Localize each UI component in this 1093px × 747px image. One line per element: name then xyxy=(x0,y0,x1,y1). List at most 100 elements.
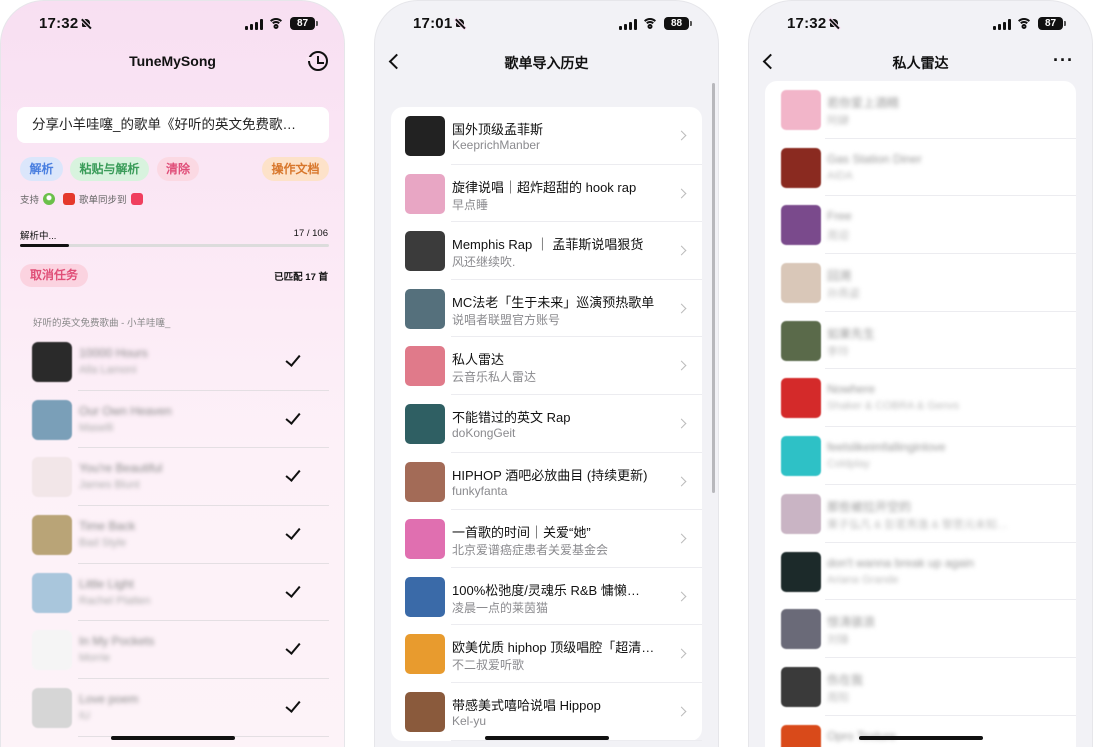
playlist-owner: funkyfanta xyxy=(452,483,508,498)
app-title: TuneMySong xyxy=(129,53,216,69)
scrollbar[interactable] xyxy=(712,83,715,493)
playlist-title: 一首歌的时间｜关爱“她” xyxy=(452,525,591,541)
song-title: Little Light xyxy=(79,576,134,591)
cancel-task-button[interactable]: 取消任务 xyxy=(20,264,88,287)
paste-parse-button[interactable]: 粘贴与解析 xyxy=(70,157,149,181)
radar-song-row[interactable]: feelslikeimfallinginlove Coldplay xyxy=(765,427,1076,485)
chevron-right-icon xyxy=(676,188,687,199)
checkmark-icon xyxy=(285,466,301,483)
playlist-title: 带感美式嘻哈说唱 Hippop xyxy=(452,697,601,713)
playlist-owner: 北京爱谱癌症患者关爱基金会 xyxy=(452,543,609,558)
history-item[interactable]: 100%松弛度/灵魂乐 R&B 慵懒… 凌晨一点的莱茵猫 xyxy=(391,568,702,626)
history-item[interactable]: 不能错过的英文 Rap doKongGeit xyxy=(391,395,702,453)
history-item[interactable]: 欧美优质 hiphop 顶级唱腔「超清… 不二叔爱听歌 xyxy=(391,625,702,683)
progress-bar xyxy=(20,244,329,247)
history-item[interactable]: HIPHOP 酒吧必放曲目 (持续更新) funkyfanta xyxy=(391,453,702,511)
radar-song-row[interactable]: Gas Station Diner AIDA xyxy=(765,139,1076,197)
signal-icon xyxy=(245,19,263,30)
radar-song-row[interactable]: 若你爱上酒精 阿肆 xyxy=(765,81,1076,139)
playlist-owner: doKongGeit xyxy=(452,425,516,440)
album-art xyxy=(781,609,821,650)
status-bar: 17:32 87 xyxy=(749,15,1092,35)
support-label: 支持 xyxy=(20,195,40,206)
song-row[interactable]: Little Light Rachel Platten xyxy=(20,564,329,622)
parse-button[interactable]: 解析 xyxy=(20,157,63,181)
battery-icon: 88 xyxy=(664,17,692,30)
radar-song-row[interactable]: 伤在我 周阳 xyxy=(765,658,1076,716)
history-icon[interactable] xyxy=(306,51,328,71)
album-art xyxy=(32,342,72,382)
history-item[interactable]: Memphis Rap ｜ 孟菲斯说唱狠货 风还继续吹. xyxy=(391,222,702,280)
song-row[interactable]: 10000 Hours Alla Lamoni xyxy=(20,333,329,391)
chevron-right-icon xyxy=(676,418,687,429)
song-artist: 孙燕姿 xyxy=(827,288,860,301)
checkmark-icon xyxy=(285,524,301,540)
history-item[interactable]: 一首歌的时间｜关爱“她” 北京爱谱癌症患者关爱基金会 xyxy=(391,510,702,568)
chevron-right-icon xyxy=(676,648,687,659)
playlist-title: MC法老「生于未来」巡演预热歌单 xyxy=(452,294,655,310)
wifi-icon xyxy=(267,17,284,30)
home-indicator xyxy=(484,736,609,740)
song-title: 惊涛骇浪 xyxy=(827,615,876,630)
album-art xyxy=(781,147,821,188)
history-item[interactable]: 带感美式嘻哈说唱 Hippop Kel-yu xyxy=(391,683,702,741)
radar-song-row[interactable]: don't wanna break up again Ariana Grande xyxy=(765,543,1076,601)
page-title: 私人雷达 xyxy=(892,55,949,71)
phone-tunemysong: 17:32 87 TuneMySong 分享小羊哇噻_的歌单《好听的英文免费歌…… xyxy=(0,0,345,747)
song-title: You're Beautiful xyxy=(79,461,163,476)
radar-song-row[interactable]: Free 周迎 xyxy=(765,196,1076,254)
album-art xyxy=(32,688,72,729)
playlist-title: 不能错过的英文 Rap xyxy=(452,409,571,425)
mute-bell-icon xyxy=(829,18,840,29)
playlist-cover xyxy=(405,519,445,560)
mute-bell-icon xyxy=(81,18,92,29)
wifi-icon xyxy=(641,17,658,30)
playlist-cover xyxy=(405,576,445,617)
radar-song-row[interactable]: 如果先生 李玲 xyxy=(765,312,1076,370)
radar-song-row[interactable]: Opro Texture xyxy=(765,716,1076,747)
song-artist: 周迎 xyxy=(827,230,849,243)
song-title: 若你爱上酒精 xyxy=(827,96,900,110)
album-art xyxy=(781,263,821,304)
playlist-cover xyxy=(405,403,445,444)
song-row[interactable]: In My Pockets Morrie xyxy=(20,621,329,679)
playlist-owner: 凌晨一点的莱茵猫 xyxy=(452,600,549,615)
song-artist: Rachel Platten xyxy=(79,594,151,607)
radar-song-row[interactable]: 回溯 孙燕姿 xyxy=(765,254,1076,312)
page-title: 歌单导入历史 xyxy=(504,55,589,71)
clear-button[interactable]: 清除 xyxy=(157,157,199,181)
playlist-cover xyxy=(405,288,445,329)
radar-song-list: 若你爱上酒精 阿肆 Gas Station Diner AIDA Free 周迎 回溯 孙燕姿… xyxy=(765,81,1076,747)
song-artist: Shaker & COBRA & Genvs xyxy=(827,400,960,413)
song-artist: 李玲 xyxy=(827,345,849,358)
status-time: 17:32 xyxy=(787,15,840,32)
apple-music-icon xyxy=(130,193,143,205)
song-title: 伤在我 xyxy=(827,672,864,687)
history-item[interactable]: 国外顶级孟菲斯 KeeprichManber xyxy=(391,107,702,165)
history-item[interactable]: 私人雷达 云音乐私人雷达 xyxy=(391,337,702,395)
radar-song-row[interactable]: 惊涛骇浪 刘锋 xyxy=(765,600,1076,658)
song-row[interactable]: Our Own Heaven Maselli xyxy=(20,391,329,449)
song-title: feelslikeimfallinginlove xyxy=(827,440,946,455)
radar-song-row[interactable]: 那些被拉开空的 果子弘凡 & 彭茗秀逸 & 黎思元未知… xyxy=(765,485,1076,543)
battery-icon: 87 xyxy=(290,17,318,30)
docs-button[interactable]: 操作文档 xyxy=(262,157,329,181)
song-row[interactable]: You're Beautiful James Blunt xyxy=(20,448,329,506)
netease-music-icon xyxy=(63,193,76,205)
history-item[interactable]: MC法老「生于未来」巡演预热歌单 说唱者联盟官方账号 xyxy=(391,280,702,338)
share-link-input[interactable]: 分享小羊哇噻_的歌单《好听的英文免费歌… xyxy=(17,107,329,143)
chevron-right-icon xyxy=(676,476,687,487)
history-item[interactable]: 旋律说唱｜超炸超甜的 hook rap 早点睡 xyxy=(391,165,702,223)
chevron-right-icon xyxy=(676,130,687,141)
radar-song-row[interactable]: Nowhere Shaker & COBRA & Genvs xyxy=(765,369,1076,427)
album-art xyxy=(32,630,72,671)
chevron-right-icon xyxy=(676,533,687,544)
song-row[interactable]: Time Back Bad Style xyxy=(20,506,329,564)
song-title: Nowhere xyxy=(827,382,876,397)
song-artist: Maselli xyxy=(79,421,114,434)
more-icon[interactable]: ··· xyxy=(1053,51,1074,69)
matched-count: 已匹配 17 首 xyxy=(274,272,328,283)
song-row[interactable]: Love poem IU xyxy=(20,679,329,737)
playlist-title: 国外顶级孟菲斯 xyxy=(452,122,544,137)
album-art xyxy=(781,378,821,419)
